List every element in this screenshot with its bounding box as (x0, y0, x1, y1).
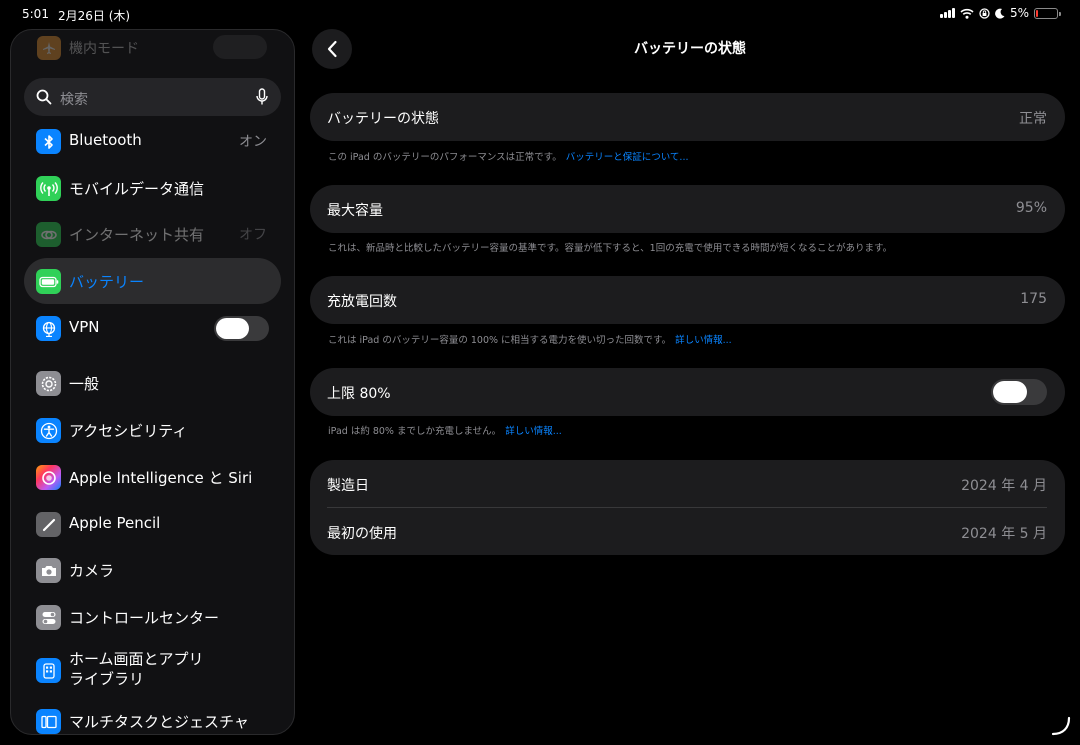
sidebar-item-label: VPN (69, 318, 100, 336)
cellular-antenna-icon (36, 176, 61, 201)
battery-level-fill (1036, 9, 1038, 17)
sidebar-item-label: Apple Intelligence と Siri (69, 469, 253, 487)
sidebar-item-bluetooth[interactable]: Bluetooth オン (24, 118, 281, 164)
manufacture-date-value: 2024 年 4 月 (961, 478, 1047, 494)
sidebar-item-personal-hotspot[interactable]: インターネット共有 オフ (24, 211, 281, 257)
first-use-row: 最初の使用 2024 年 5 月 (310, 508, 1065, 555)
sidebar-item-multitasking[interactable]: マルチタスクとジェスチャ (24, 698, 281, 734)
sidebar-item-value: オフ (239, 227, 267, 243)
siri-icon (36, 465, 61, 490)
battery-health-note: この iPad のバッテリーのパフォーマンスは正常です。 バッテリーと保証について… (328, 149, 688, 163)
battery-health-label: バッテリーの状態 (327, 111, 439, 127)
cycle-count-note-text: これは iPad のバッテリー容量の 100% に相当する電力を使い切った回数で… (328, 335, 672, 346)
sidebar-item-battery[interactable]: バッテリー (24, 258, 281, 304)
chevron-left-icon (327, 40, 337, 58)
camera-icon (36, 558, 61, 583)
accessibility-icon (36, 418, 61, 443)
settings-sidebar: 機内モード 検索 Bluetooth オン モバイルデータ通信 インターネット共… (10, 29, 295, 735)
sidebar-item-label-line2: ライブラリ (69, 670, 145, 688)
battery-icon (36, 269, 61, 294)
sidebar-item-label: モバイルデータ通信 (69, 180, 205, 198)
sidebar-item-label: インターネット共有 (69, 226, 205, 244)
battery-dates-group: 製造日 2024 年 4 月 最初の使用 2024 年 5 月 (310, 460, 1065, 555)
sidebar-item-vpn[interactable]: VPN (24, 305, 281, 351)
battery-health-value: 正常 (1019, 111, 1047, 127)
cycle-count-label: 充放電回数 (327, 294, 397, 310)
home-screen-icon (36, 658, 61, 683)
charge-limit-label: 上限 80% (327, 386, 391, 402)
maximum-capacity-label: 最大容量 (327, 203, 383, 219)
battery-health-note-text: この iPad のバッテリーのパフォーマンスは正常です。 (328, 152, 562, 163)
page-title: バッテリーの状態 (634, 41, 746, 57)
sidebar-item-label: 一般 (69, 375, 100, 393)
charge-limit-note-text: iPad は約 80% までしか充電しません。 (328, 426, 502, 437)
toggles-icon (36, 605, 61, 630)
status-date: 2月26日 (木) (58, 9, 131, 23)
sidebar-item-label-line1: ホーム画面とアプリ (69, 650, 204, 668)
battery-icon (1034, 7, 1061, 19)
sidebar-item-label: アクセシビリティ (69, 422, 188, 440)
battery-warranty-link[interactable]: バッテリーと保証について... (566, 152, 689, 163)
maximum-capacity-note: これは、新品時と比較したバッテリー容量の基準です。容量が低下すると、1回の充電で… (328, 243, 893, 254)
cycle-count-note: これは iPad のバッテリー容量の 100% に相当する電力を使い切った回数で… (328, 332, 732, 346)
multitask-icon (36, 709, 61, 734)
screen-lock-icon (979, 7, 990, 19)
battery-health-row: バッテリーの状態 正常 (310, 93, 1065, 141)
first-use-label: 最初の使用 (327, 526, 397, 542)
airplane-icon (37, 36, 61, 60)
first-use-value: 2024 年 5 月 (961, 526, 1047, 542)
sidebar-item-control-center[interactable]: コントロールセンター (24, 594, 281, 640)
search-field[interactable]: 検索 (24, 78, 281, 116)
manufacture-date-label: 製造日 (327, 478, 369, 494)
sidebar-item-value: オン (239, 134, 267, 150)
charge-limit-toggle[interactable] (991, 379, 1047, 405)
sidebar-item-label: Apple Pencil (69, 514, 161, 532)
wifi-icon (960, 8, 974, 19)
sidebar-item-general[interactable]: 一般 (24, 360, 281, 406)
globe-icon (36, 316, 61, 341)
microphone-icon[interactable] (256, 88, 268, 106)
sidebar-item-label: ホーム画面とアプリ ライブラリ (69, 649, 269, 689)
pencil-icon (36, 512, 61, 537)
maximum-capacity-value: 95% (1015, 200, 1047, 216)
sidebar-item-mobile-data[interactable]: モバイルデータ通信 (24, 165, 281, 211)
gear-icon (36, 371, 61, 396)
hotspot-icon (36, 222, 61, 247)
charge-limit-row: 上限 80% (310, 368, 1065, 416)
sidebar-item-apple-pencil[interactable]: Apple Pencil (24, 501, 281, 547)
sidebar-item-label: カメラ (69, 562, 115, 580)
cellular-signal-icon (939, 8, 955, 18)
status-bar: 5:01 2月26日 (木) 5% (0, 0, 1080, 30)
status-time: 5:01 (22, 7, 49, 21)
maximum-capacity-row: 最大容量 95% (310, 185, 1065, 233)
sidebar-item-airplane-mode[interactable]: 機内モード (11, 30, 294, 66)
vpn-toggle[interactable] (214, 316, 269, 341)
manufacture-date-row: 製造日 2024 年 4 月 (310, 460, 1065, 507)
charge-limit-note: iPad は約 80% までしか充電しません。 詳しい情報... (328, 423, 562, 437)
toggle-knob (993, 381, 1027, 403)
charge-limit-more-info-link[interactable]: 詳しい情報... (505, 426, 562, 437)
sidebar-item-label: マルチタスクとジェスチャ (69, 713, 249, 731)
cycle-count-value: 175 (1020, 291, 1047, 307)
sidebar-item-accessibility[interactable]: アクセシビリティ (24, 407, 281, 453)
sidebar-item-label: 機内モード (69, 41, 139, 57)
toggle-knob (216, 318, 249, 339)
cycle-count-more-info-link[interactable]: 詳しい情報... (675, 335, 732, 346)
moon-icon (995, 8, 1005, 19)
airplane-toggle[interactable] (213, 35, 267, 59)
sidebar-item-label: バッテリー (69, 273, 145, 291)
search-placeholder: 検索 (60, 92, 88, 108)
corner-gesture-icon[interactable] (1050, 715, 1072, 737)
search-icon (36, 89, 52, 105)
sidebar-item-apple-intelligence-siri[interactable]: Apple Intelligence と Siri (24, 454, 281, 500)
sidebar-item-label: Bluetooth (69, 131, 142, 149)
battery-percent: 5% (1009, 6, 1029, 20)
back-button[interactable] (312, 29, 352, 69)
status-icons: 5% (939, 6, 1061, 20)
bluetooth-icon (36, 129, 61, 154)
sidebar-item-camera[interactable]: カメラ (24, 547, 281, 593)
cycle-count-row: 充放電回数 175 (310, 276, 1065, 324)
sidebar-item-label: コントロールセンター (69, 609, 220, 627)
sidebar-item-home-screen[interactable]: ホーム画面とアプリ ライブラリ (24, 647, 281, 695)
